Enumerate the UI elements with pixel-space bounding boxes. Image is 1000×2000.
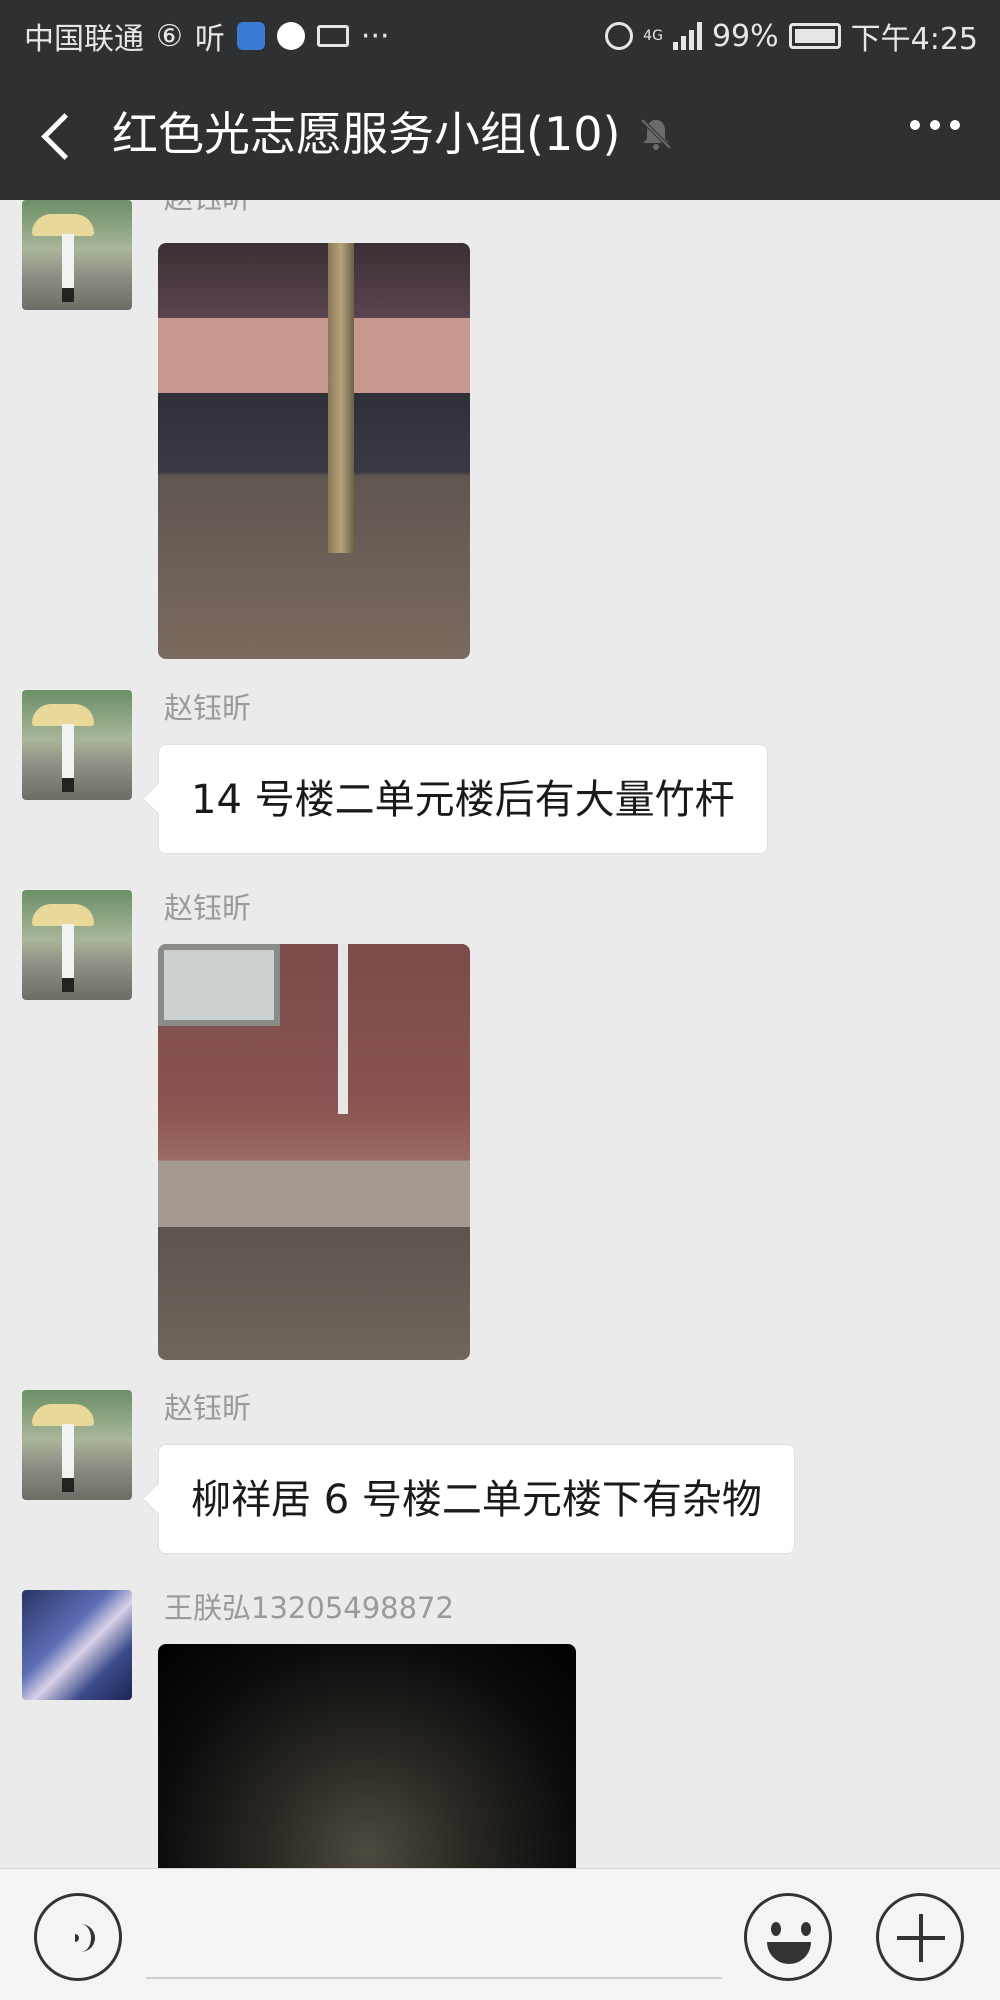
back-button[interactable] [34, 106, 90, 162]
listen-app-icon: 听 [194, 22, 225, 57]
avatar[interactable] [22, 200, 132, 310]
status-bar-right: 4G 99% 下午4:25 [605, 14, 978, 58]
sender-name: 赵钰昕 [164, 200, 251, 216]
message-input[interactable] [146, 1893, 722, 1979]
image-message[interactable] [158, 944, 470, 1360]
image-message[interactable] [158, 1644, 576, 1868]
chat-header: 红色光志愿服务小组(10) [0, 68, 1000, 200]
sender-name: 王朕弘13205498872 [164, 1591, 454, 1625]
text-message[interactable]: 柳祥居 6 号楼二单元楼下有杂物 [158, 1444, 795, 1554]
image-message[interactable] [158, 243, 470, 659]
input-bar [0, 1868, 1000, 2000]
chat-title: 红色光志愿服务小组(10) [112, 107, 621, 161]
more-notifications-icon: ··· [360, 18, 390, 54]
clock: 下午4:25 [850, 22, 978, 57]
avatar[interactable] [22, 890, 132, 1000]
avatar[interactable] [22, 1590, 132, 1700]
chat-message-list[interactable]: 赵钰昕 赵钰昕 14 号楼二单元楼后有大量竹杆 赵钰昕 赵钰昕 柳祥居 6 号楼… [0, 200, 1000, 1868]
avatar[interactable] [22, 690, 132, 800]
text-message[interactable]: 14 号楼二单元楼后有大量竹杆 [158, 744, 768, 854]
sender-name: 赵钰昕 [164, 891, 252, 925]
status-bar-left: 中国联通 ⑥ 听 ··· [24, 14, 390, 58]
alarm-icon [605, 22, 634, 50]
carrier-label: 中国联通 [24, 22, 144, 57]
battery-icon [788, 23, 841, 49]
battery-percent: 99% [711, 18, 779, 54]
voice-input-button[interactable] [34, 1893, 122, 1981]
sender-name: 赵钰昕 [164, 1391, 252, 1425]
mute-bell-icon [640, 118, 672, 150]
sender-name: 赵钰昕 [164, 691, 252, 725]
emoji-button[interactable] [744, 1893, 832, 1981]
status-bar: 中国联通 ⑥ 听 ··· 4G 99% 下午4:25 [0, 0, 1000, 68]
more-actions-button[interactable] [876, 1893, 964, 1981]
network-type-label: 4G [643, 28, 663, 44]
tiktok-icon [276, 22, 305, 50]
shield-icon [236, 22, 265, 50]
avatar[interactable] [22, 1390, 132, 1500]
weibo-icon: ⑥ [156, 18, 183, 54]
mail-icon [316, 25, 349, 47]
more-options-button[interactable] [910, 120, 960, 130]
signal-icon [672, 22, 702, 50]
